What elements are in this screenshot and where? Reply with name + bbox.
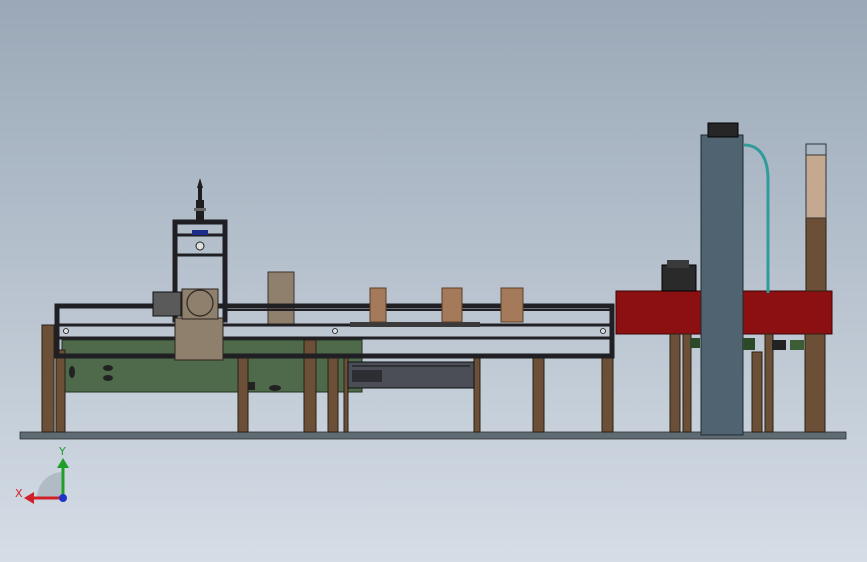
tall-column[interactable] (700, 122, 744, 436)
cylinder-2 (441, 287, 463, 323)
post-1 (41, 324, 55, 433)
cylinder-3 (500, 287, 524, 323)
post-7 (473, 354, 481, 433)
post-5 (327, 354, 339, 433)
cad-viewport[interactable]: Y X (0, 0, 867, 562)
post-6 (343, 354, 349, 433)
cylinder-1 (369, 287, 387, 323)
post-3 (237, 354, 249, 433)
dot-icon (59, 494, 67, 502)
post-2 (55, 349, 66, 433)
right-wood-pillar[interactable] (805, 143, 827, 292)
linear-actuator[interactable] (347, 361, 475, 389)
y-axis-label: Y (58, 445, 66, 458)
post-8 (532, 354, 545, 433)
slide-rail (350, 322, 480, 327)
post-9 (601, 354, 614, 433)
machine-assembly-drawing[interactable]: Y X (0, 0, 867, 562)
x-axis-label: X (15, 487, 23, 500)
wood-block-tall[interactable] (267, 271, 295, 325)
motor-housing[interactable] (661, 260, 697, 292)
